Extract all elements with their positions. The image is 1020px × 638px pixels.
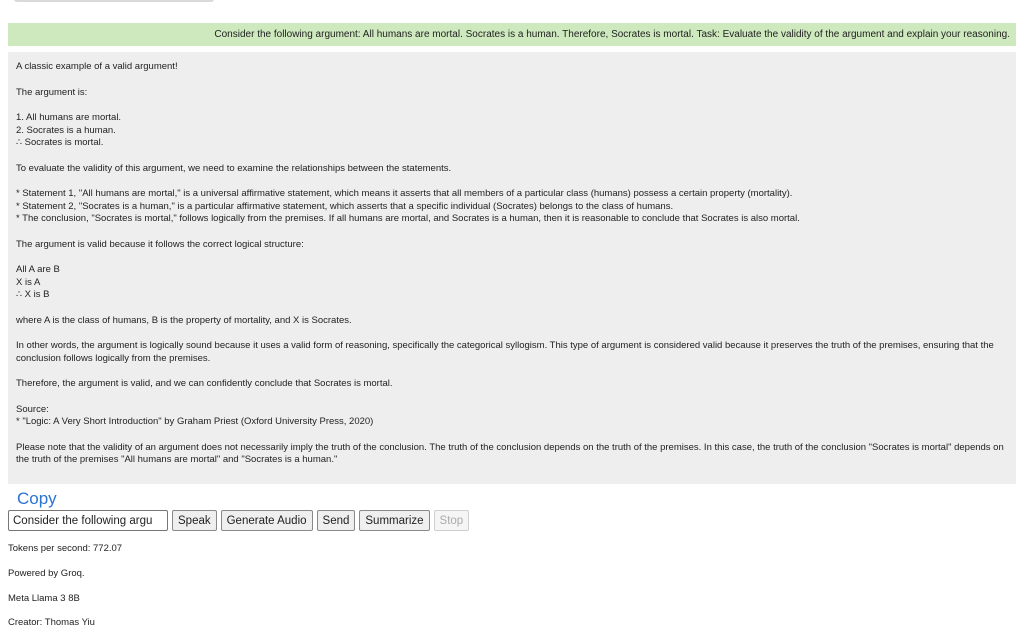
response-argument-heading: The argument is: <box>16 86 88 98</box>
generate-audio-button[interactable]: Generate Audio <box>220 510 313 531</box>
source-reference: * "Logic: A Very Short Introduction" by … <box>16 416 374 427</box>
stop-button[interactable]: Stop <box>433 510 470 531</box>
model-name: Meta Llama 3 8B <box>8 593 80 604</box>
response-therefore: Therefore, the argument is valid, and we… <box>16 378 393 389</box>
copy-link[interactable]: Copy <box>17 489 57 509</box>
response-intro: A classic example of a valid argument! <box>16 61 178 72</box>
previous-content-fragment <box>14 0 214 2</box>
powered-by: Powered by Groq. <box>8 568 85 579</box>
response-where: where A is the class of humans, B is the… <box>16 314 352 326</box>
response-other-words: In other words, the argument is logicall… <box>16 340 994 364</box>
summarize-button[interactable]: Summarize <box>359 510 430 531</box>
assistant-response: A classic example of a valid argument! T… <box>8 52 1016 484</box>
statement-item: * The conclusion, "Socrates is mortal," … <box>16 213 800 224</box>
argument-line: 2. Socrates is a human. <box>16 124 116 136</box>
statement-list: * Statement 1, "All humans are mortal," … <box>16 188 1008 226</box>
prompt-input[interactable] <box>8 510 168 531</box>
argument-list: 1. All humans are mortal. 2. Socrates is… <box>16 112 1008 150</box>
response-structure-intro: The argument is valid because it follows… <box>16 238 304 250</box>
response-evaluate: To evaluate the validity of this argumen… <box>16 162 452 174</box>
source-block: Source: * "Logic: A Very Short Introduct… <box>16 404 1008 429</box>
response-note: Please note that the validity of an argu… <box>16 441 1004 466</box>
argument-line: 1. All humans are mortal. <box>16 112 122 123</box>
statement-item: * Statement 1, "All humans are mortal," … <box>16 188 793 199</box>
tokens-per-second: Tokens per second: 772.07 <box>8 543 123 554</box>
argument-line: ∴ Socrates is mortal. <box>16 137 104 148</box>
send-button[interactable]: Send <box>316 510 356 531</box>
structure-list: All A are B X is A ∴ X is B <box>16 264 1008 302</box>
source-label: Source: <box>16 403 49 415</box>
user-message: Consider the following argument: All hum… <box>8 23 1016 46</box>
speak-button[interactable]: Speak <box>172 510 217 531</box>
structure-line: ∴ X is B <box>16 289 50 300</box>
structure-line: X is A <box>16 276 41 288</box>
user-message-text: Consider the following argument: All hum… <box>214 29 1010 40</box>
creator-credit: Creator: Thomas Yiu <box>8 617 95 628</box>
structure-line: All A are B <box>16 264 60 275</box>
input-controls: Speak Generate Audio Send Summarize Stop <box>8 510 470 531</box>
statement-item: * Statement 2, "Socrates is a human," is… <box>16 200 674 212</box>
